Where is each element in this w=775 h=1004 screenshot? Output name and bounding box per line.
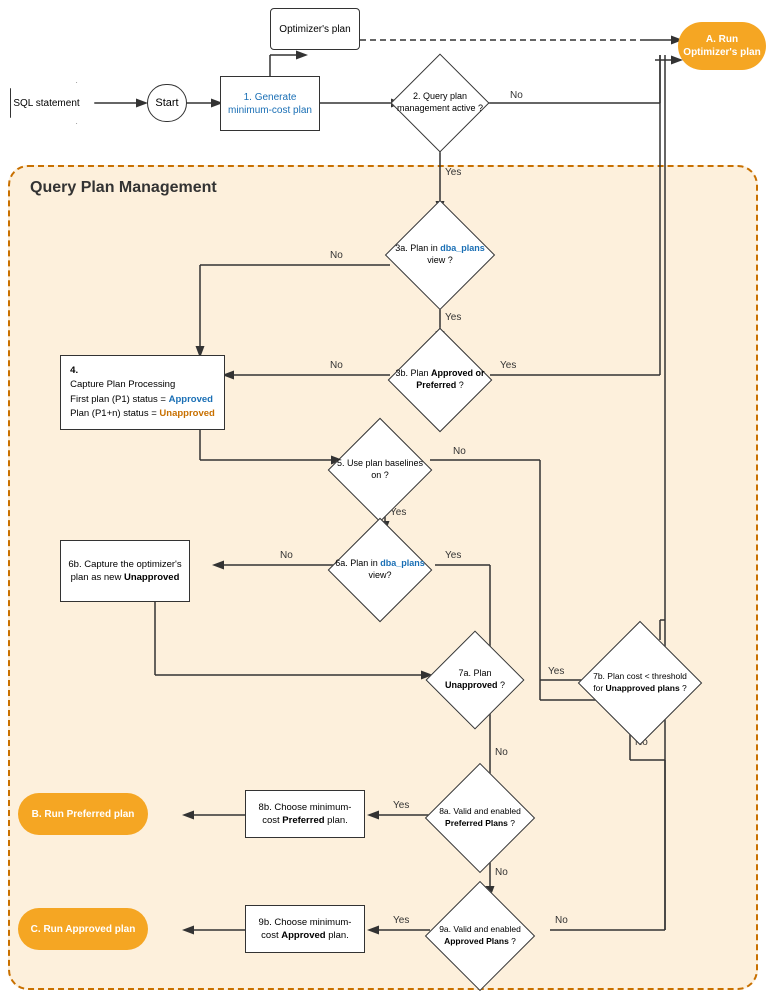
step7b-node: 7b. Plan cost < threshold for Unapproved… (590, 630, 690, 735)
step3b-label: 3b. Plan Approved or Preferred ? (395, 368, 484, 390)
step7a-node: 7a. Plan Unapproved ? (430, 640, 520, 720)
node-a: A. Run Optimizer's plan (678, 22, 766, 70)
step6b-node: 6b. Capture the optimizer's plan as new … (60, 540, 190, 602)
step9b-label: 9b. Choose minimum-cost Approved plan. (251, 916, 359, 943)
step8a-label: 8a. Valid and enabled Preferred Plans ? (439, 806, 521, 827)
node-b-label: B. Run Preferred plan (32, 808, 135, 821)
step5-label: 5. Use plan baselines on ? (337, 458, 423, 480)
svg-text:Yes: Yes (445, 550, 461, 561)
svg-text:No: No (510, 90, 523, 101)
optimizers-plan-node: Optimizer's plan (270, 8, 360, 50)
step4-label: 4. Capture Plan Processing First plan (P… (70, 364, 215, 421)
step3b-node: 3b. Plan Approved or Preferred ? (390, 340, 490, 420)
start-node: Start (147, 84, 187, 122)
step3a-label: 3a. Plan in dba_plans view ? (395, 243, 485, 265)
node-b: B. Run Preferred plan (18, 793, 148, 835)
node-a-label: A. Run Optimizer's plan (682, 33, 762, 59)
step1-label: 1. Generate minimum-cost plan (225, 91, 315, 117)
svg-text:No: No (280, 550, 293, 561)
step8a-node: 8a. Valid and enabled Preferred Plans ? (430, 775, 530, 860)
svg-text:No: No (453, 446, 466, 457)
flowchart: Query Plan Management No (0, 0, 775, 1004)
step9a-node: 9a. Valid and enabled Approved Plans ? (430, 893, 530, 978)
node-c: C. Run Approved plan (18, 908, 148, 950)
step7a-label: 7a. Plan Unapproved ? (445, 668, 505, 690)
step1-node: 1. Generate minimum-cost plan (220, 76, 320, 131)
svg-text:No: No (330, 250, 343, 261)
sql-arrow-shape: SQL statement (10, 82, 95, 124)
step6a-label: 6a. Plan in dba_plans view? (335, 558, 425, 580)
svg-text:No: No (495, 747, 508, 758)
step6a-node: 6a. Plan in dba_plans view? (330, 530, 430, 610)
svg-text:Yes: Yes (393, 915, 409, 926)
sql-statement-node: SQL statement (10, 82, 95, 124)
start-label: Start (155, 96, 178, 110)
step3a-node: 3a. Plan in dba_plans view ? (390, 210, 490, 300)
step2-node: 2. Query plan management active ? (390, 68, 490, 138)
svg-text:Yes: Yes (500, 360, 516, 371)
step9a-label: 9a. Valid and enabled Approved Plans ? (439, 924, 521, 945)
svg-text:Yes: Yes (393, 800, 409, 811)
optimizers-plan-label: Optimizer's plan (279, 23, 350, 36)
svg-text:No: No (495, 867, 508, 878)
step5-node: 5. Use plan baselines on ? (330, 430, 430, 510)
step4-node: 4. Capture Plan Processing First plan (P… (60, 355, 225, 430)
svg-text:Yes: Yes (548, 666, 564, 677)
step2-label: 2. Query plan management active ? (397, 91, 483, 113)
svg-text:No: No (555, 915, 568, 926)
step8b-label: 8b. Choose minimum-cost Preferred plan. (251, 801, 359, 828)
step6b-label: 6b. Capture the optimizer's plan as new … (66, 558, 184, 585)
svg-text:No: No (330, 360, 343, 371)
step7b-label: 7b. Plan cost < threshold for Unapproved… (593, 671, 687, 692)
svg-text:Yes: Yes (445, 167, 461, 178)
step8b-node: 8b. Choose minimum-cost Preferred plan. (245, 790, 365, 838)
svg-text:Yes: Yes (445, 312, 461, 323)
sql-label: SQL statement (13, 98, 79, 109)
step9b-node: 9b. Choose minimum-cost Approved plan. (245, 905, 365, 953)
node-c-label: C. Run Approved plan (31, 923, 136, 936)
